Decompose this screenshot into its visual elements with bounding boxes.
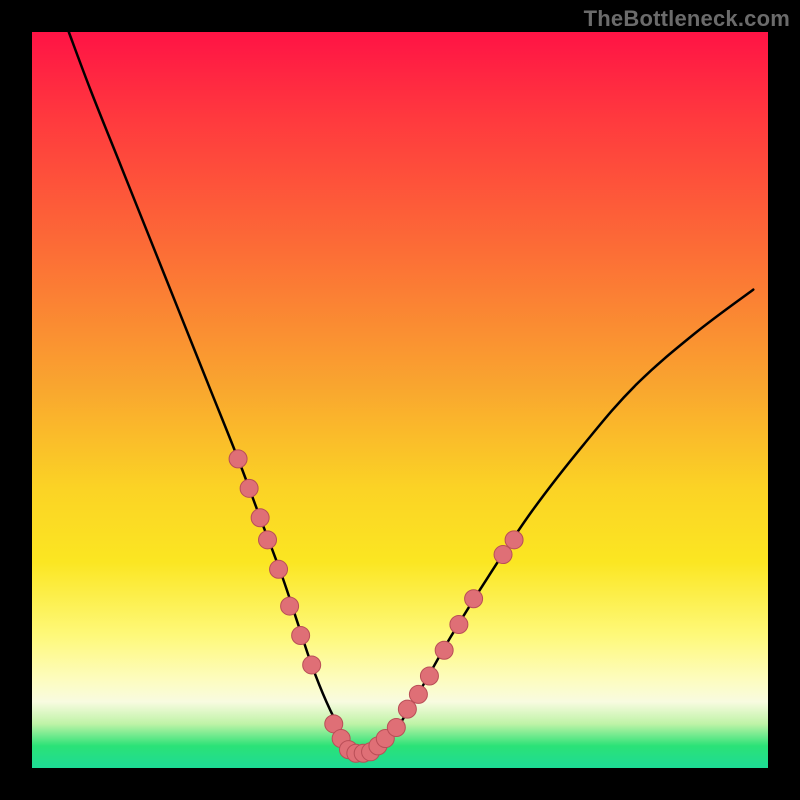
curve-marker bbox=[387, 719, 405, 737]
plot-area bbox=[32, 32, 768, 768]
curve-marker bbox=[270, 560, 288, 578]
curve-marker bbox=[450, 615, 468, 633]
curve-marker bbox=[303, 656, 321, 674]
curve-marker bbox=[292, 627, 310, 645]
curve-marker bbox=[494, 546, 512, 564]
watermark-text: TheBottleneck.com bbox=[584, 6, 790, 32]
curve-marker bbox=[465, 590, 483, 608]
curve-marker bbox=[420, 667, 438, 685]
curve-marker bbox=[229, 450, 247, 468]
curve-marker bbox=[505, 531, 523, 549]
curve-marker bbox=[240, 479, 258, 497]
curve-marker bbox=[251, 509, 269, 527]
curve-marker bbox=[409, 685, 427, 703]
curve-markers bbox=[229, 450, 523, 762]
curve-marker bbox=[259, 531, 277, 549]
curve-svg bbox=[32, 32, 768, 768]
curve-marker bbox=[281, 597, 299, 615]
curve-marker bbox=[398, 700, 416, 718]
bottleneck-curve bbox=[69, 32, 753, 755]
curve-marker bbox=[435, 641, 453, 659]
chart-frame: TheBottleneck.com bbox=[0, 0, 800, 800]
